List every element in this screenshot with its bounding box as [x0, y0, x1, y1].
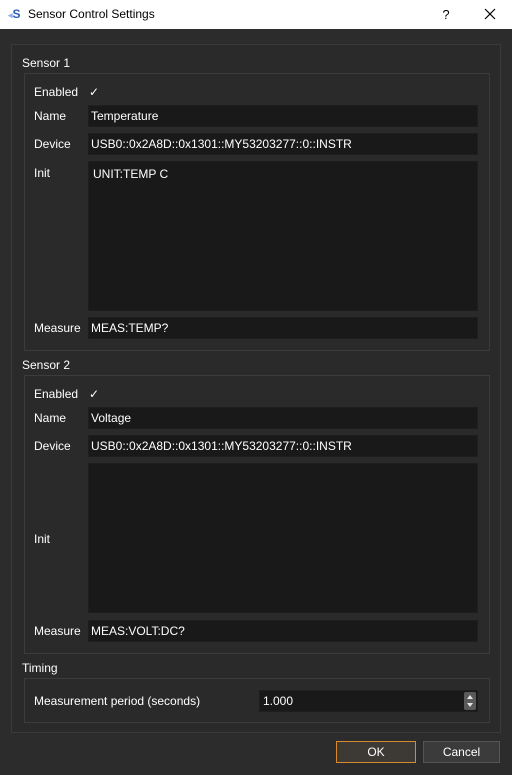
sensor2-device-label: Device: [34, 439, 71, 453]
sensor1-measure-field[interactable]: MEAS:TEMP?: [88, 317, 478, 339]
sensor2-enabled-label: Enabled: [34, 387, 79, 401]
period-label: Measurement period (seconds): [34, 694, 201, 708]
close-icon: [484, 8, 496, 20]
close-button[interactable]: [475, 0, 505, 29]
sensor1-enabled-checkbox[interactable]: ✓: [89, 86, 101, 98]
sensor2-title: Sensor 2: [22, 358, 71, 372]
title-bar: ◂S Sensor Control Settings ?: [0, 0, 512, 29]
period-spinbox[interactable]: 1.000: [259, 690, 478, 712]
sensor2-name-label: Name: [34, 411, 67, 425]
period-spin-arrows[interactable]: [464, 692, 476, 710]
sensor2-name-field[interactable]: Voltage: [88, 407, 478, 429]
sensor1-device-label: Device: [34, 137, 71, 151]
sensor2-enabled-checkbox[interactable]: ✓: [89, 388, 101, 400]
ok-button[interactable]: OK: [336, 741, 416, 763]
sensor2-init-textarea[interactable]: [88, 463, 478, 613]
sensor2-measure-field[interactable]: MEAS:VOLT:DC?: [88, 620, 478, 642]
sensor1-device-field[interactable]: USB0::0x2A8D::0x1301::MY53203277::0::INS…: [88, 133, 478, 155]
sensor2-init-label: Init: [34, 532, 51, 546]
period-value: 1.000: [263, 694, 294, 708]
sensor2-device-field[interactable]: USB0::0x2A8D::0x1301::MY53203277::0::INS…: [88, 435, 478, 457]
sensor1-name-label: Name: [34, 109, 67, 123]
sensor1-title: Sensor 1: [22, 56, 71, 70]
help-button[interactable]: ?: [431, 0, 461, 29]
app-icon: ◂S: [8, 7, 21, 21]
sensor1-measure-label: Measure: [34, 321, 81, 335]
sensor2-measure-label: Measure: [34, 624, 81, 638]
spin-arrows-icon: [467, 695, 473, 707]
sensor1-enabled-label: Enabled: [34, 85, 79, 99]
timing-title: Timing: [22, 661, 58, 675]
sensor1-init-textarea[interactable]: UNIT:TEMP C: [88, 161, 478, 311]
window-title: Sensor Control Settings: [28, 7, 155, 21]
cancel-button[interactable]: Cancel: [423, 741, 500, 763]
sensor1-init-label: Init: [34, 166, 51, 180]
sensor1-name-field[interactable]: Temperature: [88, 105, 478, 127]
